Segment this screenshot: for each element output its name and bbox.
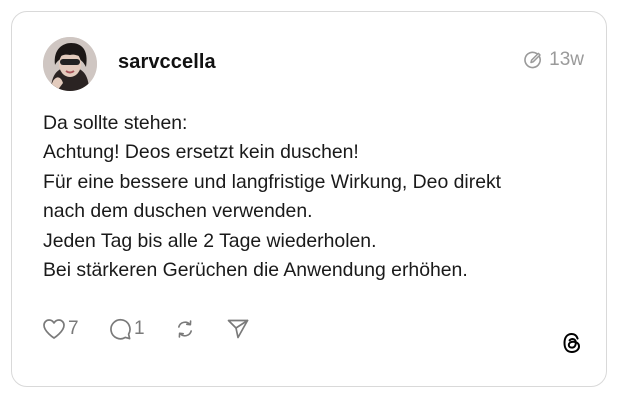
post-text-line: nach dem duschen verwenden. <box>43 200 313 223</box>
action-bar: 7 1 <box>42 316 250 342</box>
post-text: Da sollte stehen: Achtung! Deos ersetzt … <box>43 109 593 285</box>
post-text-line: Da sollte stehen: <box>43 112 188 134</box>
post-card: sarvccella 13w Da sollte stehen: Achtung… <box>11 11 607 387</box>
repost-button[interactable] <box>174 318 226 340</box>
post-text-line: Bei stärkeren Gerüchen die Anwendung erh… <box>43 259 468 282</box>
post-text-line: Jeden Tag bis alle 2 Tage wiederholen. <box>43 229 377 252</box>
like-button[interactable]: 7 <box>42 318 108 340</box>
username[interactable]: sarvccella <box>118 51 216 74</box>
repost-arrows-icon <box>174 318 196 340</box>
time-ago: 13w <box>549 49 584 70</box>
heart-outline-icon <box>42 318 66 340</box>
post-meta: 13w <box>523 49 584 71</box>
post-text-line: Für eine bessere und langfristige Wirkun… <box>43 170 502 193</box>
speech-bubble-icon <box>108 317 132 341</box>
reply-count: 1 <box>134 318 145 339</box>
paper-plane-icon <box>226 318 250 340</box>
share-button[interactable] <box>226 318 250 340</box>
like-count: 7 <box>68 318 79 339</box>
post-text-line: Achtung! Deos ersetzt kein duschen! <box>43 141 359 164</box>
reply-button[interactable]: 1 <box>108 317 174 341</box>
threads-logo-icon[interactable] <box>560 331 584 355</box>
edited-pencil-circle-icon <box>523 50 543 70</box>
avatar[interactable] <box>43 37 97 91</box>
